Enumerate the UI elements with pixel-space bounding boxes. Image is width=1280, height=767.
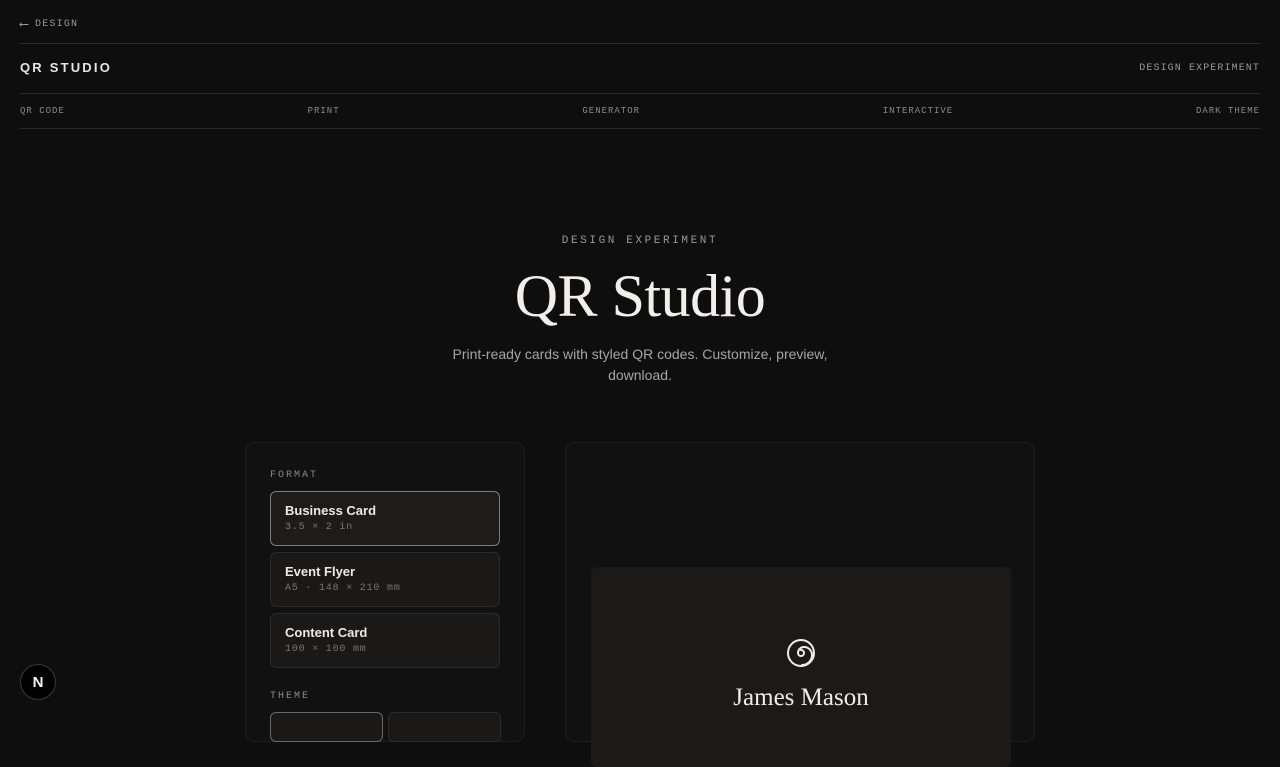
divider [20, 93, 1260, 94]
page-title: QR Studio [514, 263, 766, 329]
theme-option-light[interactable] [388, 712, 501, 742]
format-option-dims: 3.5 × 2 in [285, 522, 354, 533]
divider [20, 128, 1260, 129]
card-preview: James Mason [591, 567, 1011, 767]
brand-title: QR STUDIO [20, 60, 113, 75]
theme-option-dark[interactable] [270, 712, 383, 742]
preview-panel: James Mason [565, 442, 1035, 767]
tag-item: GENERATOR [582, 106, 640, 116]
format-option-event-flyer[interactable]: Event Flyer A5 · 148 × 210 mm [270, 552, 500, 607]
badge-letter: N [32, 673, 44, 691]
tag-list: QR CODE PRINT GENERATOR INTERACTIVE DARK… [20, 106, 1260, 116]
tag-item: PRINT [307, 106, 340, 116]
format-option-dims: A5 · 148 × 210 mm [285, 583, 401, 594]
format-option-name: Event Flyer [285, 564, 356, 579]
format-option-name: Content Card [285, 625, 368, 640]
format-option-name: Business Card [285, 503, 377, 518]
format-option-business-card[interactable]: Business Card 3.5 × 2 in [270, 491, 500, 546]
header-tag: DESIGN EXPERIMENT [1139, 63, 1260, 74]
tag-item: QR CODE [20, 106, 65, 116]
hero-subtitle: Print-ready cards with styled QR codes. … [452, 346, 828, 383]
format-option-content-card[interactable]: Content Card 100 × 100 mm [270, 613, 500, 668]
format-option-dims: 100 × 100 mm [285, 644, 367, 655]
arrow-left-icon: ⟵ [20, 17, 30, 32]
format-label: FORMAT [270, 470, 319, 481]
controls-panel: FORMAT Business Card 3.5 × 2 in Event Fl… [245, 442, 525, 742]
spiral-icon [787, 639, 815, 667]
card-name: James Mason [733, 684, 869, 711]
back-label: DESIGN [35, 19, 79, 30]
divider [20, 43, 1260, 44]
next-badge-button[interactable]: N [20, 664, 56, 700]
theme-options [270, 712, 501, 742]
theme-label: THEME [270, 691, 311, 702]
hero-eyebrow: DESIGN EXPERIMENT [561, 235, 719, 247]
tag-item: INTERACTIVE [882, 106, 954, 116]
tag-item: DARK THEME [1195, 106, 1260, 116]
back-link[interactable]: ⟵ DESIGN [20, 18, 78, 31]
